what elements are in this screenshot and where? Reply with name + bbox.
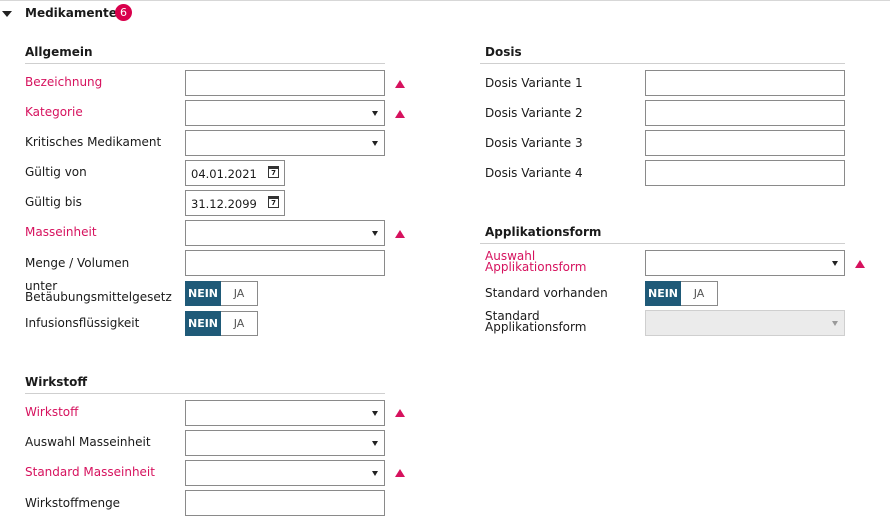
section-title-dosis: Dosis xyxy=(485,45,522,59)
section-title-wirkstoff: Wirkstoff xyxy=(25,375,88,389)
label-infusionsfluessigkeit: Infusionsflüssigkeit xyxy=(25,316,140,330)
required-triangle-icon xyxy=(395,469,405,477)
section-divider xyxy=(25,393,385,394)
count-badge: 6 xyxy=(115,4,132,21)
section-divider xyxy=(480,243,845,244)
section-title-applikationsform: Applikationsform xyxy=(485,225,602,239)
label-gueltig-bis: Gültig bis xyxy=(25,195,82,209)
label-standard-masseinheit: Standard Masseinheit xyxy=(25,465,155,479)
dosis-variante-2-input[interactable] xyxy=(645,100,845,126)
section-divider xyxy=(480,63,845,64)
section-divider xyxy=(25,63,385,64)
masseinheit-select[interactable] xyxy=(185,220,385,246)
label-dosis-variante-1: Dosis Variante 1 xyxy=(485,76,583,90)
label-standard-vorhanden: Standard vorhanden xyxy=(485,286,608,300)
menge-volumen-input[interactable] xyxy=(185,250,385,276)
betaeubungsmittelgesetz-toggle[interactable]: NEIN JA xyxy=(185,281,258,306)
auswahl-applikationsform-select[interactable] xyxy=(645,250,845,276)
label-dosis-variante-3: Dosis Variante 3 xyxy=(485,136,583,150)
label-standard-applikationsform: Standard Applikationsform xyxy=(485,309,587,334)
dosis-variante-3-input[interactable] xyxy=(645,130,845,156)
toggle-option-ja[interactable]: JA xyxy=(221,311,258,336)
gueltig-bis-value: 31.12.2099 xyxy=(191,197,257,211)
kritisches-medikament-select[interactable] xyxy=(185,130,385,156)
auswahl-masseinheit-select[interactable] xyxy=(185,430,385,456)
chevron-down-icon xyxy=(372,411,378,416)
chevron-down-icon xyxy=(832,321,838,326)
calendar-icon[interactable]: 7 xyxy=(268,196,279,208)
label-dosis-variante-4: Dosis Variante 4 xyxy=(485,166,583,180)
gueltig-von-date-input[interactable]: 04.01.2021 7 xyxy=(185,160,285,186)
label-wirkstoff: Wirkstoff xyxy=(25,405,79,419)
required-triangle-icon xyxy=(395,230,405,238)
chevron-down-icon xyxy=(372,111,378,116)
dosis-variante-4-input[interactable] xyxy=(645,160,845,186)
dosis-variante-1-input[interactable] xyxy=(645,70,845,96)
label-menge-volumen: Menge / Volumen xyxy=(25,256,130,270)
standard-masseinheit-select[interactable] xyxy=(185,460,385,486)
label-dosis-variante-2: Dosis Variante 2 xyxy=(485,106,583,120)
label-auswahl-applikationsform: Auswahl Applikationsform xyxy=(485,249,587,274)
chevron-down-icon xyxy=(372,441,378,446)
wirkstoffmenge-input[interactable] xyxy=(185,490,385,516)
top-divider xyxy=(0,0,890,1)
toggle-option-nein[interactable]: NEIN xyxy=(645,281,681,306)
required-triangle-icon xyxy=(855,260,865,268)
label-gueltig-von: Gültig von xyxy=(25,165,87,179)
standard-applikationsform-select xyxy=(645,310,845,336)
standard-vorhanden-toggle[interactable]: NEIN JA xyxy=(645,281,718,306)
gueltig-von-value: 04.01.2021 xyxy=(191,167,257,181)
toggle-option-ja[interactable]: JA xyxy=(221,281,258,306)
label-masseinheit: Masseinheit xyxy=(25,225,97,239)
toggle-option-ja[interactable]: JA xyxy=(681,281,718,306)
chevron-down-icon xyxy=(372,471,378,476)
collapse-caret-icon[interactable] xyxy=(2,11,12,17)
infusionsfluessigkeit-toggle[interactable]: NEIN JA xyxy=(185,311,258,336)
label-kategorie: Kategorie xyxy=(25,105,83,119)
label-auswahl-masseinheit: Auswahl Masseinheit xyxy=(25,435,151,449)
label-bezeichnung: Bezeichnung xyxy=(25,75,103,89)
calendar-icon[interactable]: 7 xyxy=(268,166,279,178)
section-header-title[interactable]: Medikamente xyxy=(25,6,117,20)
required-triangle-icon xyxy=(395,409,405,417)
chevron-down-icon xyxy=(372,141,378,146)
required-triangle-icon xyxy=(395,110,405,118)
kategorie-select[interactable] xyxy=(185,100,385,126)
required-triangle-icon xyxy=(395,80,405,88)
label-betaeubungsmittelgesetz: unter Betäubungsmittelgesetz xyxy=(25,279,172,304)
bezeichnung-input[interactable] xyxy=(185,70,385,96)
label-kritisches-medikament: Kritisches Medikament xyxy=(25,135,162,149)
label-wirkstoffmenge: Wirkstoffmenge xyxy=(25,496,121,510)
section-title-allgemein: Allgemein xyxy=(25,45,93,59)
toggle-option-nein[interactable]: NEIN xyxy=(185,311,221,336)
gueltig-bis-date-input[interactable]: 31.12.2099 7 xyxy=(185,190,285,216)
chevron-down-icon xyxy=(372,231,378,236)
wirkstoff-select[interactable] xyxy=(185,400,385,426)
toggle-option-nein[interactable]: NEIN xyxy=(185,281,221,306)
chevron-down-icon xyxy=(832,261,838,266)
